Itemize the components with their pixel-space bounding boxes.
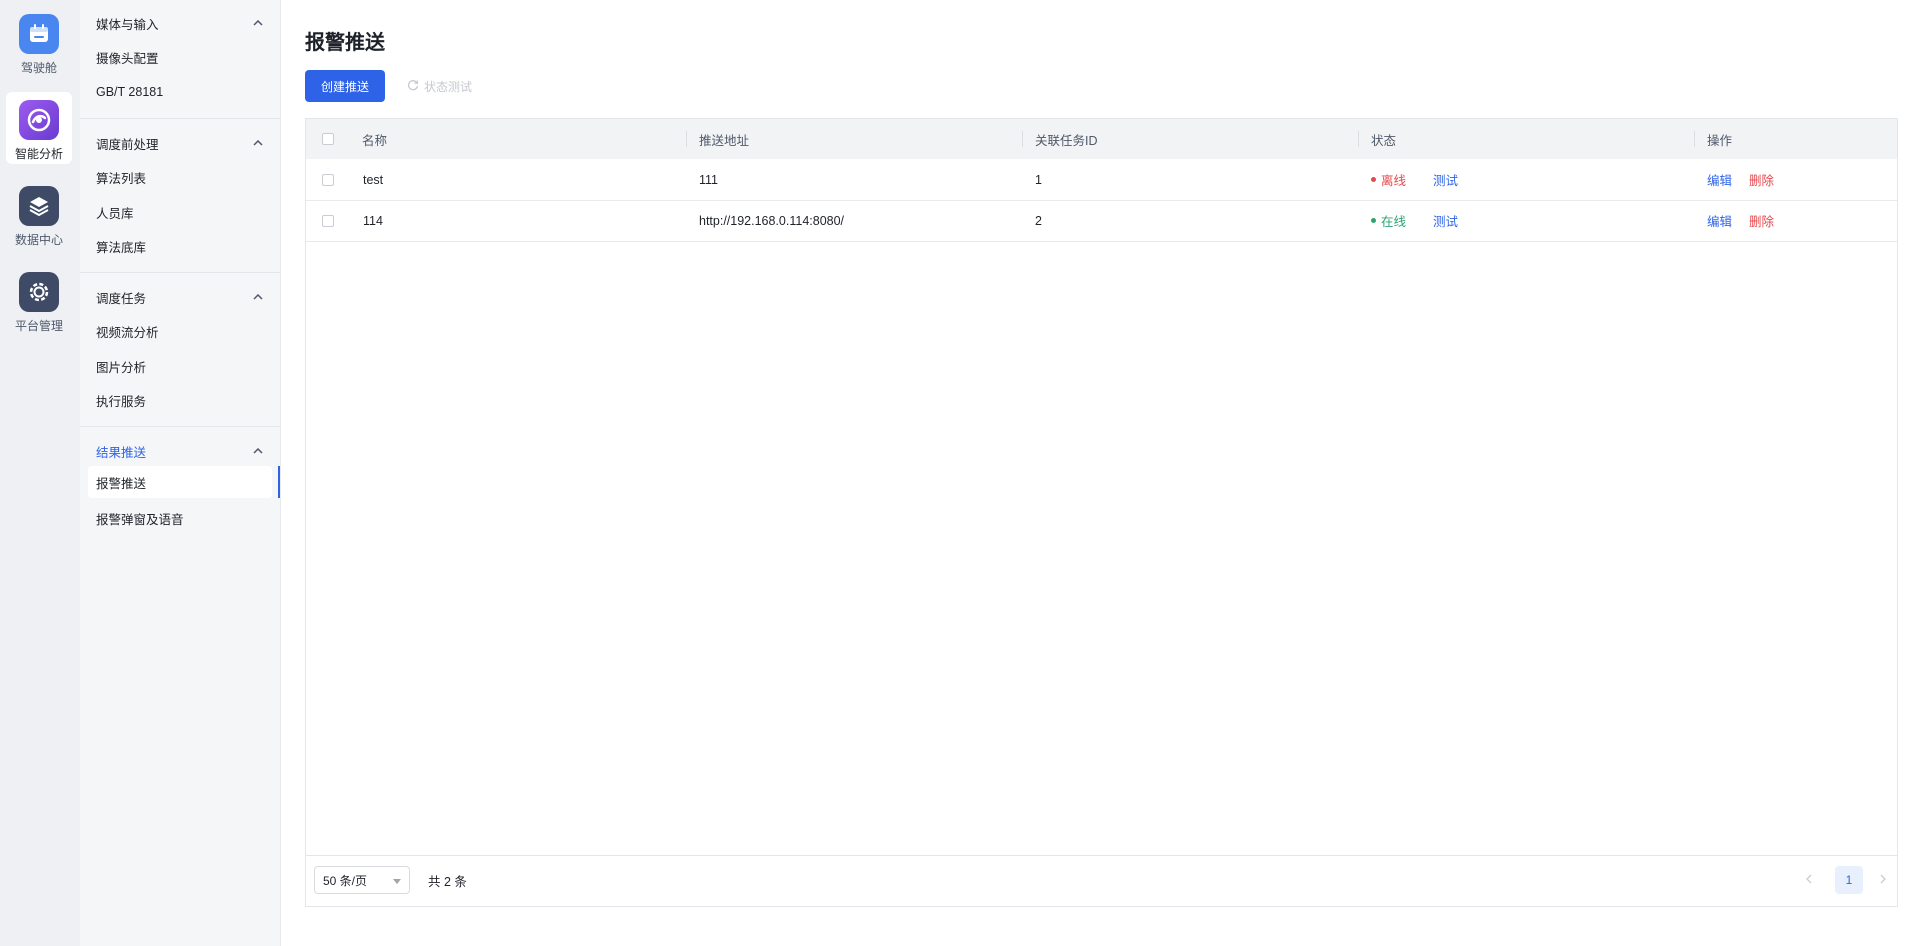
secondary-nav: 媒体与输入 摄像头配置 GB/T 28181 调度前处理 算法列表 人员库 算法… (80, 0, 281, 946)
nav-group-title: 调度任务 (96, 291, 147, 306)
row-checkbox[interactable] (322, 214, 334, 227)
push-table: 名称 推送地址 关联任务ID 状态 操作 test 111 1 离线 测试 编辑… (305, 118, 1898, 907)
pagination-bar: 50 条/页 共 2 条 1 (306, 855, 1897, 906)
nav-item-image-analysis[interactable]: 图片分析 (88, 350, 272, 382)
rail-label: 数据中心 (14, 233, 63, 247)
nav-group-preprocess[interactable]: 调度前处理 (96, 130, 276, 156)
nav-item-gbt28181[interactable]: GB/T 28181 (88, 76, 272, 108)
layers-icon (19, 186, 59, 226)
caret-down-icon (393, 873, 401, 887)
cell-task-id: 1 (1035, 172, 1042, 187)
nav-item-algorithm-base[interactable]: 算法底库 (88, 230, 272, 262)
status-text: 在线 (1381, 215, 1407, 229)
nav-item-alarm-popup-voice[interactable]: 报警弹窗及语音 (88, 502, 272, 534)
header-name: 名称 (362, 133, 388, 148)
calendar-icon (19, 14, 59, 54)
delete-link[interactable]: 删除 (1749, 200, 1774, 241)
chevron-up-icon (252, 17, 264, 29)
nav-divider (80, 118, 280, 119)
chevron-up-icon (252, 445, 264, 457)
nav-item-video-analysis[interactable]: 视频流分析 (88, 315, 272, 347)
nav-item-personnel-library[interactable]: 人员库 (88, 196, 272, 228)
page-number-current[interactable]: 1 (1835, 866, 1863, 894)
status-test-button[interactable]: 状态测试 (407, 70, 472, 102)
next-page-button[interactable] (1869, 866, 1897, 894)
nav-group-title: 媒体与输入 (96, 17, 159, 32)
prev-page-button[interactable] (1795, 866, 1823, 894)
nav-group-title: 调度前处理 (96, 137, 159, 152)
nav-group-title: 结果推送 (96, 445, 147, 460)
nav-item-alarm-push[interactable]: 报警推送 (88, 466, 272, 498)
test-link[interactable]: 测试 (1433, 200, 1458, 241)
table-row: test 111 1 离线 测试 编辑 删除 (306, 159, 1897, 201)
header-status: 状态 (1371, 133, 1397, 148)
chevron-left-icon (1806, 871, 1812, 889)
chevron-right-icon (1880, 871, 1886, 889)
rail-item-platform[interactable]: 平台管理 (6, 264, 72, 336)
column-separator (1358, 131, 1359, 147)
create-push-button[interactable]: 创建推送 (305, 70, 385, 102)
status-text: 离线 (1381, 174, 1407, 188)
refresh-icon (407, 79, 419, 94)
cell-address: http://192.168.0.114:8080/ (699, 213, 845, 228)
rail-label: 平台管理 (14, 319, 63, 333)
nav-group-result-push[interactable]: 结果推送 (96, 438, 276, 464)
nav-group-media[interactable]: 媒体与输入 (96, 10, 276, 36)
column-separator (1694, 131, 1695, 147)
chevron-up-icon (252, 291, 264, 303)
nav-active-indicator (278, 466, 280, 498)
status-dot-icon (1371, 177, 1376, 182)
rail-item-cockpit[interactable]: 驾驶舱 (6, 6, 72, 78)
header-actions: 操作 (1707, 133, 1733, 148)
status-dot-icon (1371, 218, 1376, 223)
column-separator (686, 131, 687, 147)
nav-item-camera-config[interactable]: 摄像头配置 (88, 41, 272, 73)
select-all-checkbox[interactable] (322, 133, 334, 145)
nav-divider (80, 272, 280, 273)
app-rail: 驾驶舱 智能分析 数据中心 平台管理 (0, 0, 81, 946)
gear-icon (19, 272, 59, 312)
page-size-value: 50 条/页 (323, 873, 368, 888)
page-size-select[interactable]: 50 条/页 (314, 866, 410, 894)
table-header: 名称 推送地址 关联任务ID 状态 操作 (306, 119, 1897, 159)
nav-item-execution-service[interactable]: 执行服务 (88, 384, 272, 416)
delete-link[interactable]: 删除 (1749, 159, 1774, 200)
chevron-up-icon (252, 137, 264, 149)
test-link[interactable]: 测试 (1433, 159, 1458, 200)
rail-item-data-center[interactable]: 数据中心 (6, 178, 72, 250)
rail-label: 智能分析 (14, 147, 63, 161)
rail-label: 驾驶舱 (20, 61, 57, 75)
row-checkbox[interactable] (322, 173, 334, 186)
cell-name: test (363, 172, 384, 187)
page-title: 报警推送 (305, 32, 385, 54)
header-address: 推送地址 (699, 133, 750, 148)
status-badge: 在线 (1371, 200, 1406, 241)
nav-item-algorithm-list[interactable]: 算法列表 (88, 161, 272, 193)
analysis-icon (19, 100, 59, 140)
column-separator (1022, 131, 1023, 147)
edit-link[interactable]: 编辑 (1707, 200, 1732, 241)
cell-name: 114 (363, 213, 383, 228)
rail-item-analysis[interactable]: 智能分析 (6, 92, 72, 164)
table-row: 114 http://192.168.0.114:8080/ 2 在线 测试 编… (306, 200, 1897, 242)
main-content: 报警推送 创建推送 状态测试 名称 推送地址 关联任务ID 状态 操作 test… (281, 0, 1920, 946)
cell-task-id: 2 (1035, 213, 1042, 228)
status-badge: 离线 (1371, 159, 1406, 200)
edit-link[interactable]: 编辑 (1707, 159, 1732, 200)
status-test-label: 状态测试 (424, 79, 473, 94)
total-count: 共 2 条 (428, 874, 467, 889)
nav-divider (80, 426, 280, 427)
nav-group-tasks[interactable]: 调度任务 (96, 284, 276, 310)
header-task-id: 关联任务ID (1035, 133, 1098, 148)
cell-address: 111 (699, 172, 719, 187)
